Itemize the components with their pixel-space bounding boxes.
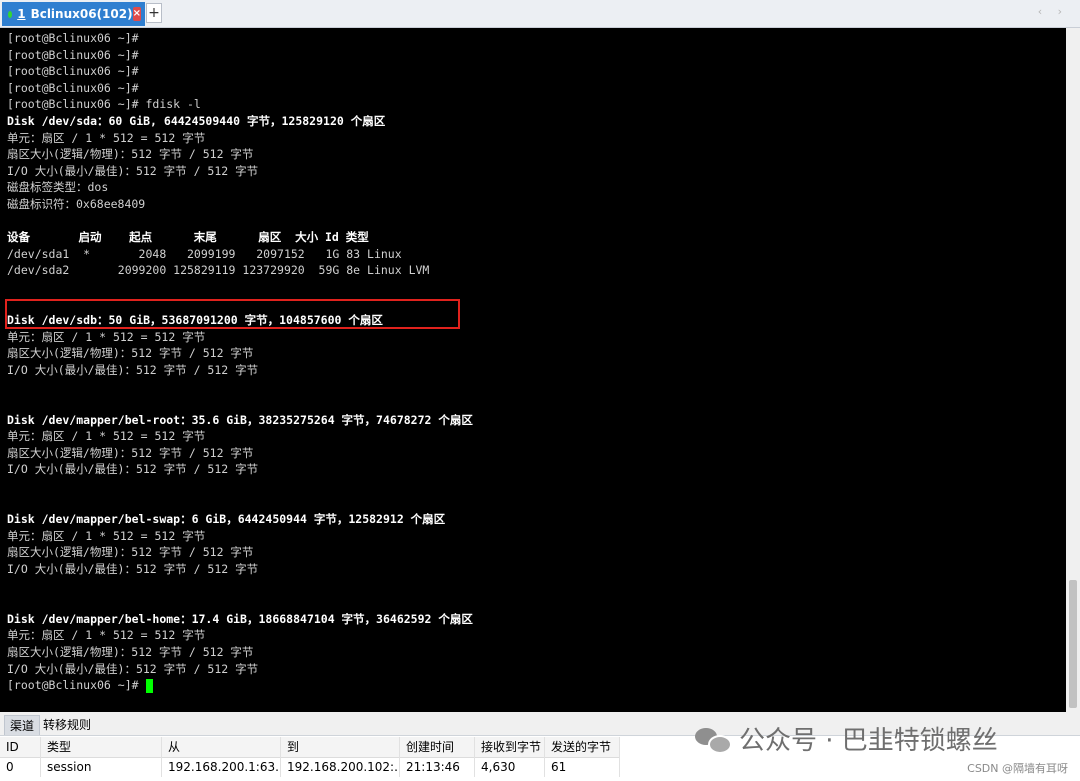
terminal-cursor [145, 678, 153, 693]
tab-channels[interactable]: 渠道 [4, 715, 41, 735]
wechat-icon [695, 724, 732, 754]
terminal-line: /dev/sda1 * 2048 2099199 2097152 1G 83 L… [7, 246, 402, 261]
column-header-created[interactable]: 创建时间 [400, 737, 475, 757]
cell-sent: 61 [545, 757, 620, 777]
terminal-line: 单元：扇区 / 1 * 512 = 512 字节 [7, 528, 206, 543]
terminal-view[interactable]: [root@Bclinux06 ~]# [root@Bclinux06 ~]# … [0, 28, 1066, 712]
terminal-line: [root@Bclinux06 ~]# [7, 47, 139, 62]
terminal-line: Disk /dev/mapper/bel-root：35.6 GiB，38235… [7, 412, 473, 427]
terminal-line: [root@Bclinux06 ~]# [7, 678, 139, 693]
column-header-id[interactable]: ID [0, 737, 41, 757]
column-header-sent[interactable]: 发送的字节 [545, 737, 620, 757]
terminal-line: 扇区大小(逻辑/物理)：512 字节 / 512 字节 [7, 644, 254, 659]
terminal-line: 设备 启动 起点 末尾 扇区 大小 Id 类型 [7, 230, 369, 245]
column-header-received[interactable]: 接收到字节 [475, 737, 545, 757]
terminal-line: Disk /dev/mapper/bel-home：17.4 GiB，18668… [7, 611, 473, 626]
scrollbar-thumb[interactable] [1069, 580, 1077, 708]
session-tab-bar: 1 Bclinux06(102) × + ‹ › [0, 0, 1080, 28]
column-header-to[interactable]: 到 [281, 737, 400, 757]
terminal-line: I/O 大小(最小/最佳)：512 字节 / 512 字节 [7, 462, 259, 477]
terminal-line: 单元：扇区 / 1 * 512 = 512 字节 [7, 130, 206, 145]
terminal-line: I/O 大小(最小/最佳)：512 字节 / 512 字节 [7, 562, 259, 576]
terminal-line: [root@Bclinux06 ~]# [7, 31, 139, 45]
column-header-type[interactable]: 类型 [41, 737, 162, 757]
terminal-line: 磁盘标识符：0x68ee8409 [7, 196, 146, 211]
terminal-line: 单元：扇区 / 1 * 512 = 512 字节 [7, 429, 206, 444]
terminal-line: Disk /dev/mapper/bel-swap：6 GiB，64424509… [7, 512, 446, 527]
terminal-scrollbar[interactable] [1066, 28, 1080, 712]
terminal-line: /dev/sda2 2099200 125829119 123729920 59… [7, 263, 430, 278]
terminal-line: I/O 大小(最小/最佳)：512 字节 / 512 字节 [7, 163, 259, 178]
connected-status-icon [8, 10, 13, 18]
cell-to: 192.168.200.102:... [281, 757, 400, 777]
terminal-line: 扇区大小(逻辑/物理)：512 字节 / 512 字节 [7, 545, 254, 560]
terminal-line: I/O 大小(最小/最佳)：512 字节 / 512 字节 [7, 362, 259, 377]
cell-id: 0 [0, 757, 41, 777]
terminal-line: [root@Bclinux06 ~]# [7, 80, 139, 95]
sdb-highlight-box [5, 299, 460, 329]
add-tab-button[interactable]: + [146, 3, 162, 23]
cell-from: 192.168.200.1:63... [162, 757, 281, 777]
terminal-line: 扇区大小(逻辑/物理)：512 字节 / 512 字节 [7, 147, 254, 162]
close-tab-icon[interactable]: × [132, 7, 141, 21]
terminal-line: [root@Bclinux06 ~]# [7, 64, 139, 79]
cell-created: 21:13:46 [400, 757, 475, 777]
terminal-output: [root@Bclinux06 ~]# [root@Bclinux06 ~]# … [7, 30, 473, 694]
terminal-line: Disk /dev/sda：60 GiB, 64424509440 字节，125… [7, 113, 386, 128]
tab-scroll-arrows-icon[interactable]: ‹ › [1038, 5, 1068, 18]
cell-type: session [41, 757, 162, 777]
terminal-line: 磁盘标签类型：dos [7, 180, 109, 195]
terminal-line: 单元：扇区 / 1 * 512 = 512 字节 [7, 628, 206, 643]
credit-text: CSDN @隔墙有耳呀 [967, 762, 1068, 775]
session-tab[interactable]: 1 Bclinux06(102) × [2, 2, 145, 26]
terminal-line: 扇区大小(逻辑/物理)：512 字节 / 512 字节 [7, 445, 254, 460]
cell-received: 4,630 [475, 757, 545, 777]
terminal-line: 单元：扇区 / 1 * 512 = 512 字节 [7, 329, 206, 344]
terminal-line: 扇区大小(逻辑/物理)：512 字节 / 512 字节 [7, 346, 254, 361]
terminal-line: [root@Bclinux06 ~]# fdisk -l [7, 97, 201, 112]
table-row[interactable]: 0 session 192.168.200.1:63... 192.168.20… [0, 757, 620, 777]
tab-forwarding-rules[interactable]: 转移规则 [38, 715, 96, 735]
watermark-text: 公众号 · 巴韭特锁螺丝 [739, 725, 998, 756]
table-header: ID 类型 从 到 创建时间 接收到字节 发送的字节 [0, 737, 620, 758]
column-header-from[interactable]: 从 [162, 737, 281, 757]
session-tab-number: 1 [17, 7, 26, 21]
terminal-line: I/O 大小(最小/最佳)：512 字节 / 512 字节 [7, 661, 259, 676]
watermark: 公众号 · 巴韭特锁螺丝 [695, 718, 998, 758]
session-tab-title: Bclinux06(102) [30, 7, 133, 21]
